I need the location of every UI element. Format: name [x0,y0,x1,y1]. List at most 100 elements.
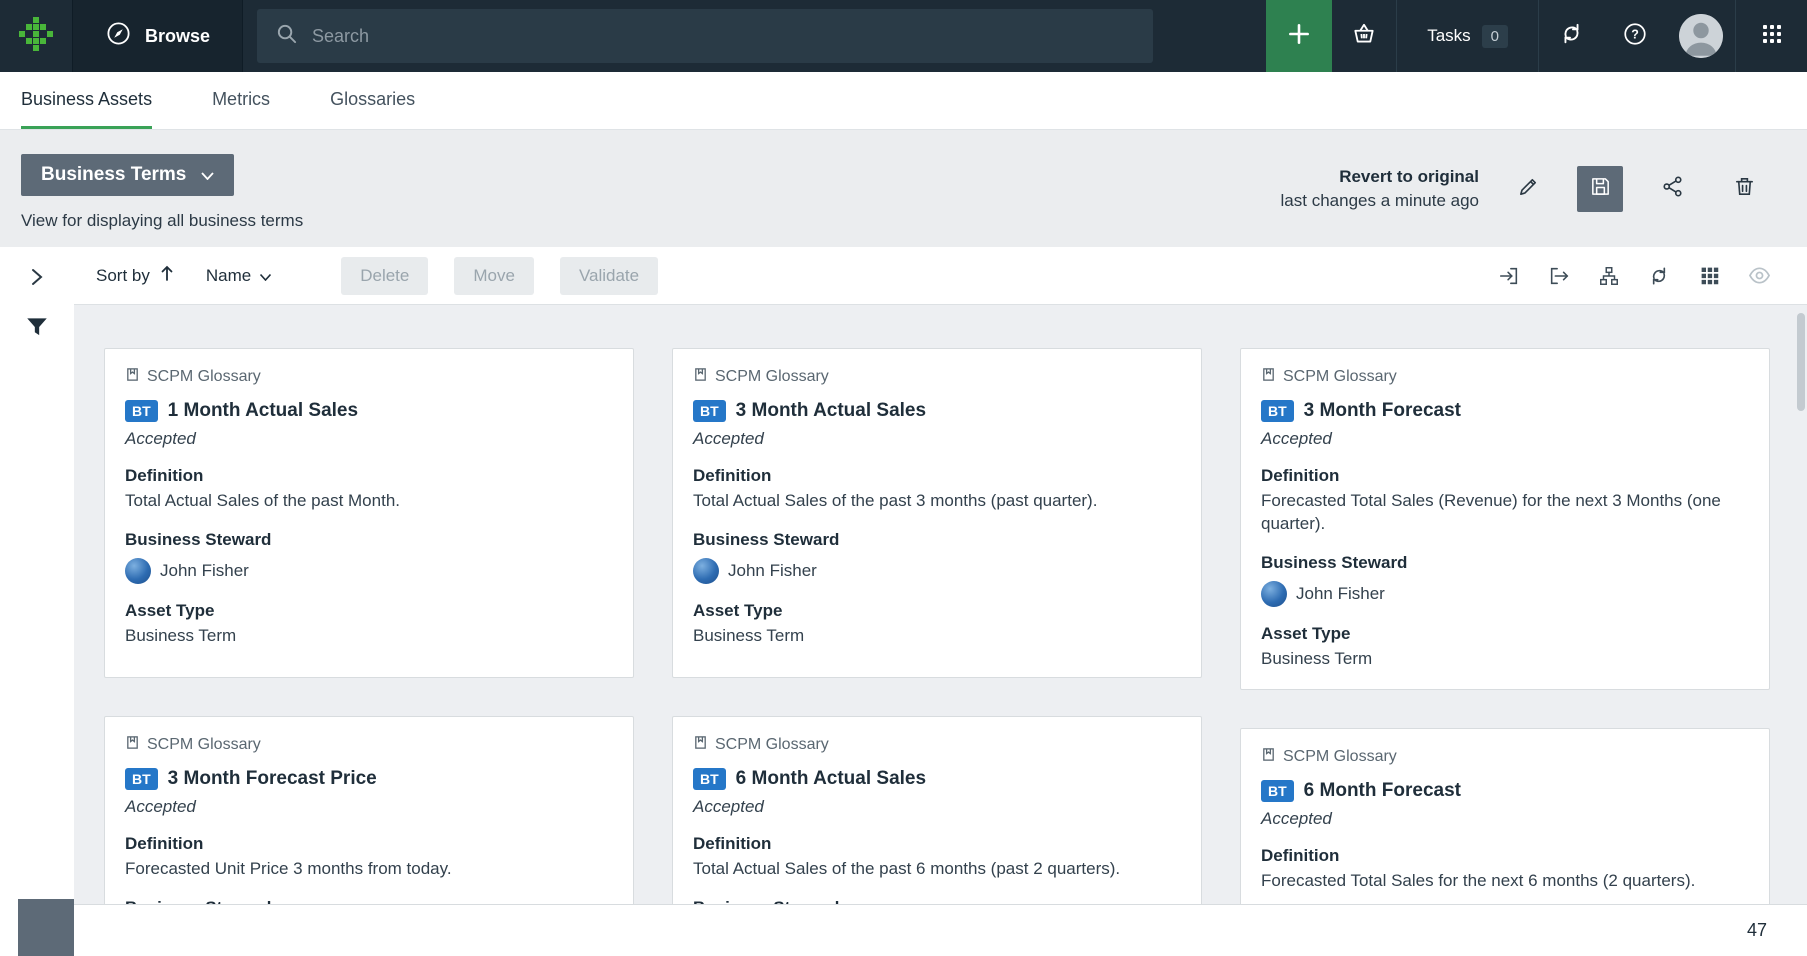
definition-label: Definition [125,834,613,854]
tab-metrics[interactable]: Metrics [212,72,270,129]
edit-view-button[interactable] [1505,166,1551,212]
status-badge: Accepted [693,429,1181,449]
glossary-breadcrumb[interactable]: SCPM Glossary [693,735,1181,755]
card-grid: SCPM Glossary BT 1 Month Actual Sales Ac… [74,305,1807,904]
global-search[interactable] [257,9,1153,63]
tab-business-assets[interactable]: Business Assets [21,72,152,129]
search-input[interactable] [312,26,1135,47]
glossary-breadcrumb[interactable]: SCPM Glossary [125,367,613,387]
status-badge: Accepted [1261,809,1749,829]
tab-glossaries[interactable]: Glossaries [330,72,415,129]
glossary-breadcrumb[interactable]: SCPM Glossary [1261,747,1749,767]
grid-view-icon[interactable] [1697,264,1721,288]
card-columns: SCPM Glossary BT 1 Month Actual Sales Ac… [104,348,1807,904]
definition-text: Total Actual Sales of the past 6 months … [693,858,1181,881]
create-asset-button[interactable] [1266,0,1332,72]
result-count: 47 [1747,920,1767,941]
top-navigation: Browse Tasks 0 [0,0,1807,72]
glossary-icon [1261,747,1276,767]
view-description: View for displaying all business terms [21,211,303,231]
definition-label: Definition [125,466,613,486]
save-icon [1589,175,1612,203]
card-title-row: BT 1 Month Actual Sales [125,400,613,422]
asset-title[interactable]: 1 Month Actual Sales [168,400,358,422]
view-header: Business Terms View for displaying all b… [0,130,1807,247]
glossary-icon [125,367,140,387]
export-icon[interactable] [1547,264,1571,288]
glossary-name: SCPM Glossary [715,736,829,754]
steward-avatar [693,558,719,584]
browse-label: Browse [145,26,210,47]
view-selector-dropdown[interactable]: Business Terms [21,154,234,196]
steward-row[interactable]: John Fisher [125,558,613,584]
glossary-breadcrumb[interactable]: SCPM Glossary [1261,367,1749,387]
pencil-icon [1517,175,1540,203]
hierarchy-icon[interactable] [1597,264,1621,288]
help-button[interactable]: ? [1603,0,1667,72]
validate-button[interactable]: Validate [560,257,658,295]
app-window: Browse Tasks 0 [0,0,1807,956]
user-avatar [1679,14,1723,58]
save-view-button[interactable] [1577,166,1623,212]
delete-view-button[interactable] [1721,166,1767,212]
share-view-button[interactable] [1649,166,1695,212]
help-icon: ? [1622,21,1648,52]
move-button[interactable]: Move [454,257,534,295]
definition-text: Total Actual Sales of the past Month. [125,490,613,513]
steward-name: John Fisher [728,561,817,581]
status-badge: Accepted [693,797,1181,817]
asset-card-6-month-forecast[interactable]: SCPM Glossary BT 6 Month Forecast Accept… [1240,728,1770,904]
asset-title[interactable]: 3 Month Forecast [1304,400,1461,422]
preview-eye-icon[interactable] [1747,264,1771,288]
search-icon [275,22,298,50]
sort-direction-icon[interactable] [160,265,174,286]
steward-name: John Fisher [1296,584,1385,604]
asset-type-badge: BT [693,400,726,422]
revert-to-original[interactable]: Revert to original last changes a minute… [1281,167,1479,211]
asset-card-3-month-forecast-price[interactable]: SCPM Glossary BT 3 Month Forecast Price … [104,716,634,904]
user-menu-button[interactable] [1667,0,1735,72]
delete-button[interactable]: Delete [341,257,428,295]
glossary-breadcrumb[interactable]: SCPM Glossary [693,367,1181,387]
business-steward-label: Business Steward [693,898,1181,904]
expand-panel-chevron-icon[interactable] [29,267,45,292]
app-logo[interactable] [0,0,72,72]
definition-label: Definition [1261,466,1749,486]
glossary-icon [1261,367,1276,387]
asset-title[interactable]: 3 Month Forecast Price [168,768,377,790]
asset-card-6-month-actual-sales[interactable]: SCPM Glossary BT 6 Month Actual Sales Ac… [672,716,1202,904]
definition-text: Forecasted Total Sales for the next 6 mo… [1261,870,1749,893]
page-title: Business Terms [41,164,186,186]
business-steward-label: Business Steward [693,530,1181,550]
asset-type-label: Asset Type [693,601,1181,621]
apps-menu-button[interactable] [1735,0,1807,72]
steward-avatar [125,558,151,584]
import-icon[interactable] [1497,264,1521,288]
status-badge: Accepted [125,429,613,449]
steward-avatar [1261,581,1287,607]
status-badge: Accepted [125,797,613,817]
tasks-button[interactable]: Tasks 0 [1396,0,1539,72]
asset-card-3-month-actual-sales[interactable]: SCPM Glossary BT 3 Month Actual Sales Ac… [672,348,1202,678]
steward-row[interactable]: John Fisher [1261,581,1749,607]
glossary-breadcrumb[interactable]: SCPM Glossary [125,735,613,755]
browse-button[interactable]: Browse [72,0,243,72]
asset-card-3-month-forecast[interactable]: SCPM Glossary BT 3 Month Forecast Accept… [1240,348,1770,690]
asset-title[interactable]: 3 Month Actual Sales [736,400,926,422]
asset-title[interactable]: 6 Month Actual Sales [736,768,926,790]
sync-button[interactable] [1539,0,1603,72]
section-tabs: Business Assets Metrics Glossaries [0,72,1807,130]
vertical-scrollbar[interactable] [1797,313,1805,411]
sort-field-dropdown[interactable]: Name [206,266,271,286]
steward-row[interactable]: John Fisher [693,558,1181,584]
tasks-label: Tasks [1427,26,1470,46]
data-basket-button[interactable] [1332,0,1396,72]
card-title-row: BT 3 Month Forecast Price [125,768,613,790]
apps-grid-icon [1760,22,1784,51]
status-badge: Accepted [1261,429,1749,449]
asset-card-1-month-actual-sales[interactable]: SCPM Glossary BT 1 Month Actual Sales Ac… [104,348,634,678]
nav-spacer [1153,0,1266,72]
refresh-icon[interactable] [1647,264,1671,288]
filter-funnel-icon[interactable] [24,314,50,345]
asset-title[interactable]: 6 Month Forecast [1304,780,1461,802]
